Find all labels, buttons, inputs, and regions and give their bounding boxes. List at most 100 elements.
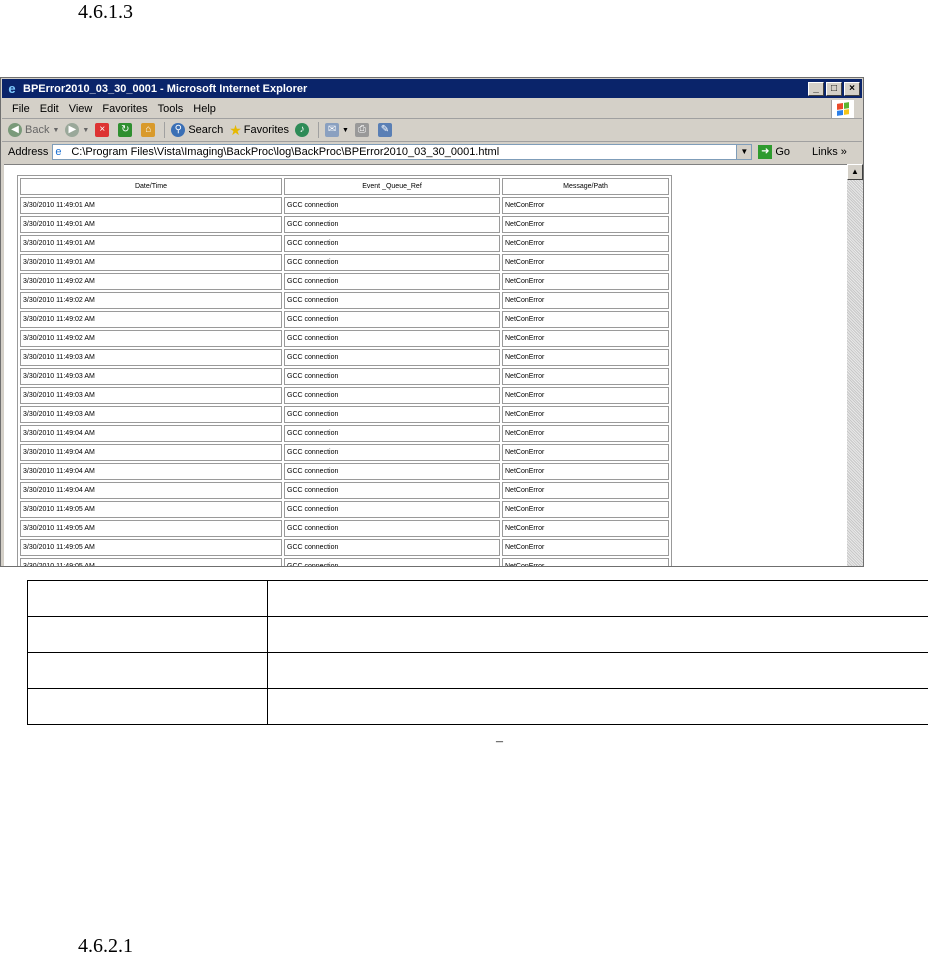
table-cell: NetConError [502,254,669,271]
home-button[interactable]: ⌂ [141,123,158,137]
table-cell: 3/30/2010 11:49:05 AM [20,501,282,518]
stop-button[interactable]: × [95,123,112,137]
search-icon: ⚲ [171,123,186,137]
table-cell: GCC connection [284,425,500,442]
toolbar-separator [164,122,166,138]
table-row [27,616,928,653]
table-cell: NetConError [502,520,669,537]
media-icon: ♪ [295,123,310,137]
info-table [27,580,928,725]
table-cell: 3/30/2010 11:49:03 AM [20,349,282,366]
table-row: 3/30/2010 11:49:03 AM GCC connection NetCo… [20,349,669,366]
star-icon: ★ [229,121,242,138]
edit-button[interactable]: ✎ [377,123,395,137]
go-arrow-icon: ➜ [758,145,773,159]
table-row [27,652,928,689]
table-row: 3/30/2010 11:49:04 AM GCC connection NetCo… [20,482,669,499]
address-input[interactable]: e C:\Program Files\Vista\Imaging\BackPro… [52,144,753,160]
table-row: 3/30/2010 11:49:05 AM GCC connection NetCo… [20,539,669,556]
chevron-down-icon: ▼ [342,126,349,134]
table-row: 3/30/2010 11:49:05 AM GCC connection NetCo… [20,520,669,537]
search-label: Search [188,124,224,136]
table-cell: NetConError [502,425,669,442]
table-cell: 3/30/2010 11:49:03 AM [20,368,282,385]
favorites-button[interactable]: ★ Favorites [229,122,289,139]
table-cell: 3/30/2010 11:49:02 AM [20,330,282,347]
media-button[interactable]: ♪ [295,123,312,137]
table-cell: NetConError [502,330,669,347]
column-header: Date/Time [20,178,282,195]
table-cell: GCC connection [284,311,500,328]
refresh-button[interactable]: ↻ [118,123,135,137]
vertical-scrollbar[interactable]: ▲ [847,164,863,566]
table-cell: 3/30/2010 11:49:02 AM [20,292,282,309]
table-row: 3/30/2010 11:49:05 AM GCC connection NetCo… [20,558,669,566]
table-row [27,688,928,725]
table-cell: GCC connection [284,235,500,252]
table-cell: NetConError [502,444,669,461]
error-log-table: Date/Time Event _Queue_Ref Message/Path … [17,175,672,566]
table-cell: GCC connection [284,387,500,404]
chevron-down-icon: ▼ [82,126,90,134]
table-cell: GCC connection [284,349,500,366]
address-url: C:\Program Files\Vista\Imaging\BackProc\… [71,146,500,158]
go-button[interactable]: ➜ Go [758,145,790,159]
table-row: 3/30/2010 11:49:04 AM GCC connection NetCo… [20,425,669,442]
table-cell [267,580,928,617]
ie-logo-icon: e [8,80,16,96]
menu-help[interactable]: Help [193,103,216,115]
forward-button[interactable]: ▶ ▼ [65,123,89,137]
chevron-down-icon[interactable]: ▼ [736,145,752,159]
table-cell: GCC connection [284,463,500,480]
table-cell: 3/30/2010 11:49:03 AM [20,406,282,423]
table-cell: 3/30/2010 11:49:04 AM [20,425,282,442]
table-cell: GCC connection [284,501,500,518]
dash-mark: – [496,734,503,749]
menu-bar: File Edit View Favorites Tools Help [2,99,862,119]
table-cell [27,580,268,617]
menu-view[interactable]: View [69,103,93,115]
mail-button[interactable]: ✉ ▼ [325,123,349,137]
table-cell: NetConError [502,273,669,290]
scroll-up-icon[interactable]: ▲ [847,164,863,180]
forward-arrow-icon: ▶ [65,123,80,137]
menu-tools[interactable]: Tools [158,103,184,115]
address-label: Address [8,146,49,158]
title-bar[interactable]: e BPError2010_03_30_0001 - Microsoft Int… [2,79,862,98]
section-heading: 4.6.1.3 [78,1,133,23]
minimize-button[interactable]: _ [808,81,824,96]
table-header-row: Date/Time Event _Queue_Ref Message/Path [20,178,669,195]
table-cell: NetConError [502,406,669,423]
print-icon: ⎙ [354,123,369,137]
table-cell: NetConError [502,197,669,214]
table-cell: NetConError [502,463,669,480]
print-button[interactable]: ⎙ [354,123,372,137]
close-button[interactable]: × [844,81,860,96]
links-button[interactable]: Links » [812,146,847,158]
table-cell: 3/30/2010 11:49:01 AM [20,235,282,252]
table-cell: NetConError [502,235,669,252]
ie-window: e BPError2010_03_30_0001 - Microsoft Int… [0,77,864,567]
table-cell [27,688,268,725]
table-cell: 3/30/2010 11:49:05 AM [20,539,282,556]
table-row: 3/30/2010 11:49:01 AM GCC connection NetCo… [20,216,669,233]
table-cell: GCC connection [284,539,500,556]
table-row: 3/30/2010 11:49:04 AM GCC connection NetCo… [20,444,669,461]
table-row: 3/30/2010 11:49:01 AM GCC connection NetCo… [20,254,669,271]
search-button[interactable]: ⚲ Search [171,123,223,137]
table-cell: 3/30/2010 11:49:01 AM [20,197,282,214]
back-button[interactable]: ◀ Back ▼ [8,123,59,137]
maximize-button[interactable]: □ [826,81,842,96]
menu-file[interactable]: File [12,103,30,115]
menu-favorites[interactable]: Favorites [102,103,147,115]
window-title: BPError2010_03_30_0001 - Microsoft Inter… [23,82,308,95]
page-content: Date/Time Event _Queue_Ref Message/Path … [4,164,847,566]
table-cell: GCC connection [284,292,500,309]
table-cell: GCC connection [284,520,500,537]
table-cell: GCC connection [284,216,500,233]
table-cell: NetConError [502,558,669,566]
table-cell: 3/30/2010 11:49:04 AM [20,444,282,461]
menu-edit[interactable]: Edit [40,103,59,115]
table-cell: 3/30/2010 11:49:02 AM [20,311,282,328]
table-cell: GCC connection [284,444,500,461]
